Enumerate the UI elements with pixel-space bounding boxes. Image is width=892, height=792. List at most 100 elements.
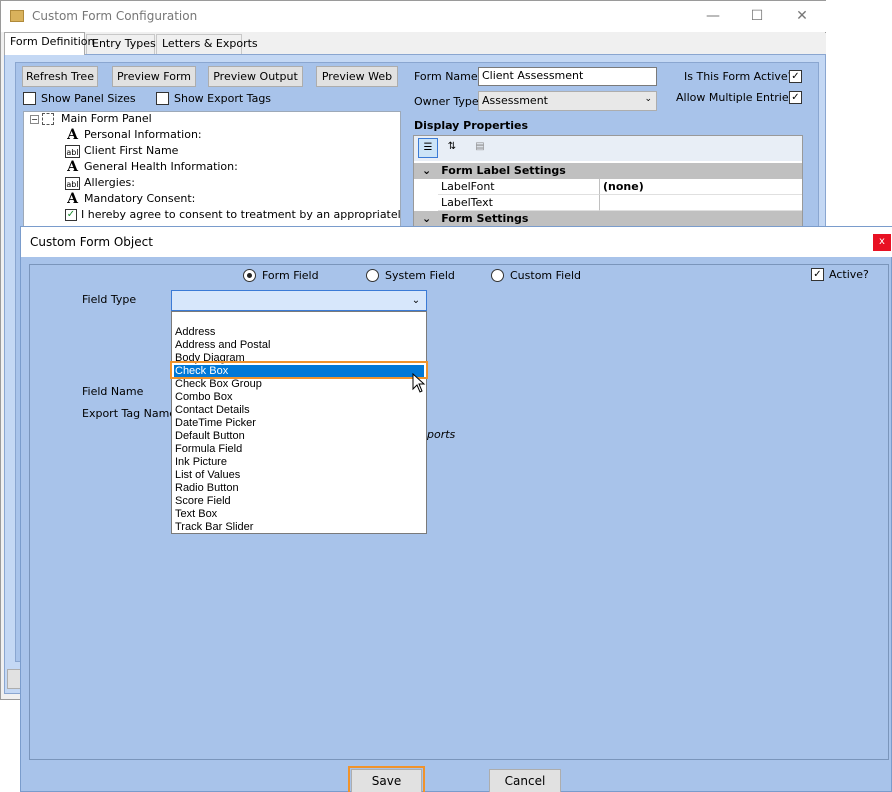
form-name-label: Form Name (414, 70, 478, 83)
field-type-combobox[interactable]: ⌄ (171, 290, 427, 311)
partial-hint-text: ports (427, 428, 456, 441)
show-panel-sizes-checkbox[interactable] (23, 92, 36, 105)
window-title: Custom Form Configuration (32, 9, 198, 23)
tab-form-definition[interactable]: Form Definition (4, 32, 94, 55)
owner-type-value: Assessment (482, 94, 548, 107)
dropdown-option[interactable]: Radio Button (174, 482, 424, 495)
property-row[interactable]: LabelFont (none) (414, 179, 802, 195)
chevron-icon: ⌄ (422, 212, 432, 225)
system-field-radio[interactable] (366, 269, 379, 282)
form-field-radio[interactable] (243, 269, 256, 282)
tree-item-label: Client First Name (84, 144, 179, 157)
tree-item[interactable]: A Personal Information: (65, 128, 202, 144)
close-icon[interactable]: x (873, 234, 891, 251)
tree-item[interactable]: abl Allergies: (65, 176, 135, 192)
dropdown-option[interactable]: Check Box Group (174, 378, 424, 391)
active-label: Active? (829, 268, 869, 281)
is-active-checkbox[interactable]: ✓ (789, 70, 802, 83)
selection-highlight-outline (170, 361, 428, 379)
is-active-label: Is This Form Active? (684, 70, 794, 83)
export-tag-name-label: Export Tag Name (82, 407, 177, 420)
close-icon[interactable]: ✕ (787, 5, 817, 27)
cancel-button[interactable]: Cancel (489, 769, 561, 792)
dropdown-option[interactable]: Track Bar Slider (174, 521, 424, 534)
property-row[interactable]: LabelText (414, 195, 802, 211)
tab-letters-exports[interactable]: Letters & Exports (156, 34, 258, 54)
property-grid[interactable]: ☰ ⇅ ▤ ⌄ Form Label Settings LabelFont (no… (413, 135, 803, 227)
form-name-input[interactable]: Client Assessment (478, 67, 657, 86)
dropdown-option[interactable]: Address (174, 326, 424, 339)
refresh-tree-button[interactable]: Refresh Tree (22, 66, 98, 87)
property-category[interactable]: ⌄ Form Settings (414, 211, 802, 226)
dropdown-option[interactable]: DateTime Picker (174, 417, 424, 430)
sort-alpha-icon[interactable]: ⇅ (442, 138, 462, 158)
dropdown-option[interactable]: Text Box (174, 508, 424, 521)
property-name: LabelFont (438, 179, 600, 195)
tree-item[interactable]: A Mandatory Consent: (65, 192, 195, 208)
panel-icon (42, 113, 54, 125)
checkbox-icon: ✓ (65, 209, 77, 221)
tree-root-label: Main Form Panel (61, 112, 152, 125)
property-pages-icon[interactable]: ▤ (470, 138, 490, 158)
preview-form-button[interactable]: Preview Form (112, 66, 196, 87)
dropdown-option[interactable]: Default Button (174, 430, 424, 443)
tree-item-label: Personal Information: (84, 128, 202, 141)
dialog-title: Custom Form Object (30, 235, 153, 249)
collapse-icon[interactable]: − (30, 114, 39, 124)
field-type-label: Field Type (82, 293, 137, 306)
show-panel-sizes-label: Show Panel Sizes (41, 92, 136, 105)
categorized-icon[interactable]: ☰ (418, 138, 438, 158)
property-category-label: Form Label Settings (441, 164, 566, 177)
tree-item-label: I hereby agree to consent to treatment b… (81, 208, 401, 221)
custom-field-radio[interactable] (491, 269, 504, 282)
tab-entry-types[interactable]: Entry Types (86, 34, 156, 54)
save-button[interactable]: Save (351, 769, 422, 792)
property-name: LabelText (438, 195, 600, 211)
preview-output-button[interactable]: Preview Output (208, 66, 303, 87)
app-icon (10, 10, 24, 22)
dropdown-option[interactable]: Score Field (174, 495, 424, 508)
tree-item[interactable]: abl Client First Name (65, 144, 178, 160)
maximize-icon[interactable]: ☐ (742, 5, 772, 27)
custom-form-object-dialog: Custom Form Object x Form Field System F… (20, 226, 892, 792)
mouse-cursor-icon (412, 373, 426, 393)
show-export-tags-label: Show Export Tags (174, 92, 272, 105)
owner-type-label: Owner Type (414, 95, 479, 108)
label-icon: A (67, 158, 78, 175)
tree-item[interactable]: A General Health Information: (65, 160, 238, 176)
dropdown-option[interactable]: Address and Postal (174, 339, 424, 352)
tree-item-label: Mandatory Consent: (84, 192, 196, 205)
form-tree[interactable]: − Main Form Panel A Personal Information: … (23, 111, 401, 227)
chevron-down-icon[interactable]: ⌄ (408, 293, 424, 309)
display-properties-label: Display Properties (414, 119, 529, 132)
dropdown-option[interactable]: Formula Field (174, 443, 424, 456)
dropdown-option[interactable]: Combo Box (174, 391, 424, 404)
tree-item-label: Allergies: (84, 176, 135, 189)
textbox-icon: abl (65, 176, 80, 190)
textbox-icon: abl (65, 144, 80, 158)
field-name-label: Field Name (82, 385, 144, 398)
label-icon: A (67, 190, 78, 207)
chevron-down-icon: ⌄ (644, 94, 652, 104)
property-value[interactable]: (none) (600, 179, 802, 195)
custom-field-label: Custom Field (510, 269, 582, 282)
active-checkbox[interactable]: ✓ (811, 268, 824, 281)
system-field-label: System Field (385, 269, 455, 282)
owner-type-select[interactable]: Assessment ⌄ (478, 91, 657, 111)
dropdown-option[interactable]: Ink Picture (174, 456, 424, 469)
preview-web-button[interactable]: Preview Web (316, 66, 398, 87)
dropdown-option[interactable]: List of Values (174, 469, 424, 482)
tree-item[interactable]: ✓ I hereby agree to consent to treatment … (65, 208, 401, 224)
show-export-tags-checkbox[interactable] (156, 92, 169, 105)
tree-item-label: General Health Information: (84, 160, 238, 173)
dropdown-option[interactable]: Contact Details (174, 404, 424, 417)
property-category-label: Form Settings (441, 212, 529, 225)
minimize-icon[interactable]: — (698, 5, 728, 27)
label-icon: A (67, 126, 78, 143)
tree-root[interactable]: − Main Form Panel (30, 112, 152, 128)
property-category[interactable]: ⌄ Form Label Settings (414, 163, 802, 179)
allow-multiple-checkbox[interactable]: ✓ (789, 91, 802, 104)
field-type-dropdown-list[interactable]: Address Address and Postal Body Diagram … (171, 311, 427, 534)
allow-multiple-label: Allow Multiple Entries? (676, 91, 801, 104)
property-value[interactable] (600, 195, 802, 211)
